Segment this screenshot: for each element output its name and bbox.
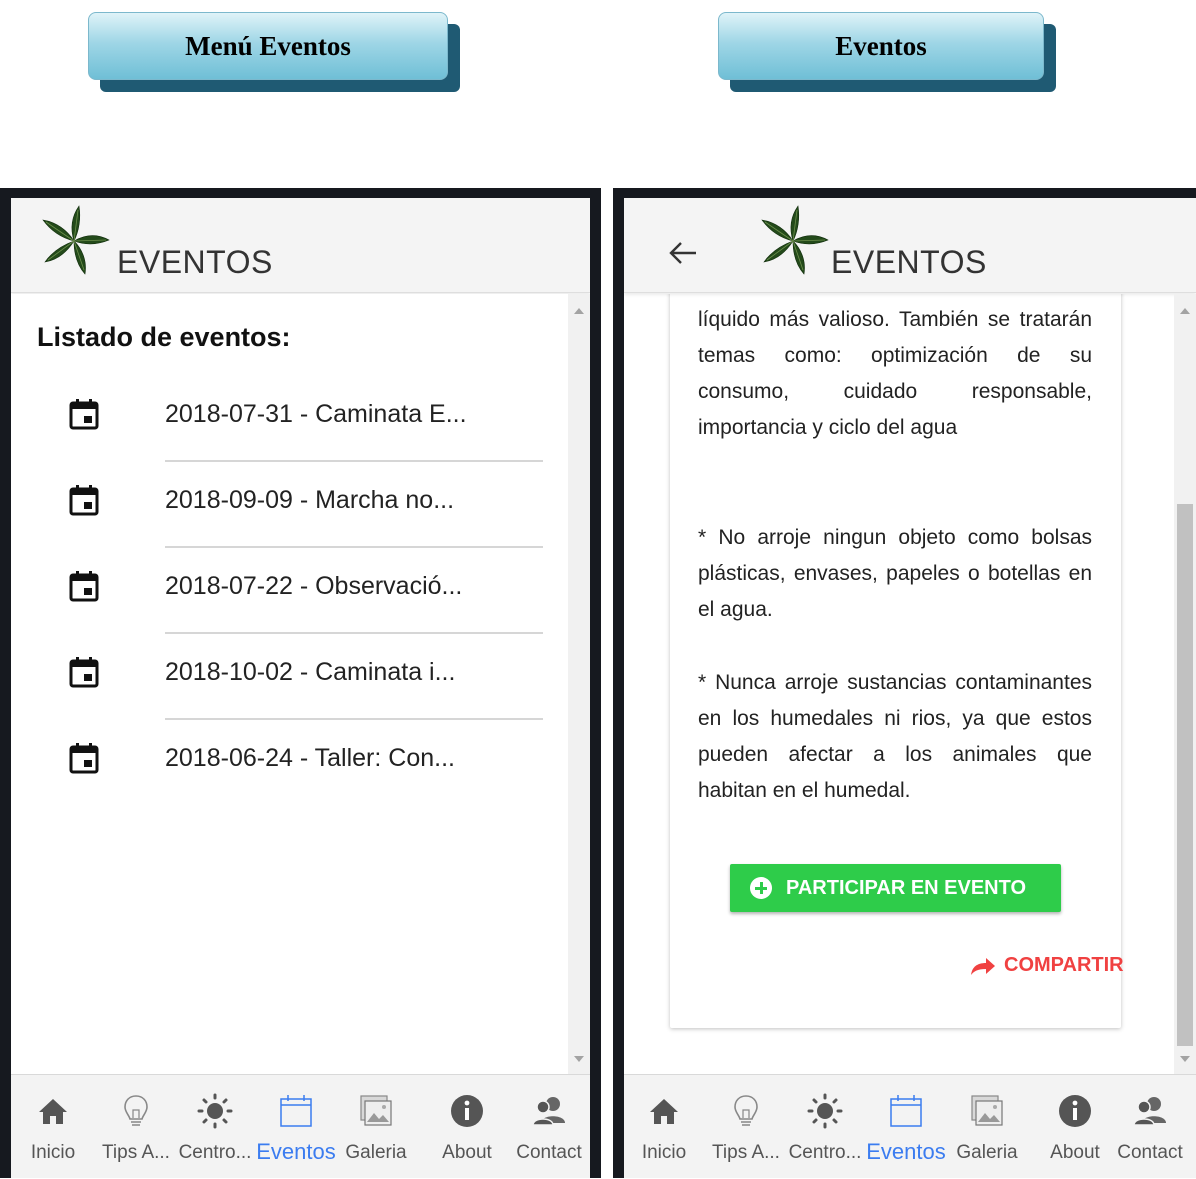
nav-item-tips[interactable]: Tips A...: [706, 1087, 786, 1173]
scrollbar[interactable]: [568, 294, 590, 1074]
nav-item-eventos[interactable]: Eventos: [866, 1087, 946, 1173]
info-icon: [1059, 1095, 1091, 1127]
contacts-icon: [532, 1097, 565, 1126]
add-circle-icon: [750, 877, 772, 899]
event-list-item[interactable]: 2018-10-02 - Caminata i...: [11, 634, 551, 720]
leaf-logo-icon: [761, 205, 829, 275]
caption-label: Eventos: [718, 12, 1044, 80]
app-bar-title: EVENTOS: [117, 244, 273, 280]
event-list-item[interactable]: 2018-07-22 - Observació...: [11, 548, 551, 634]
caption-eventos: Eventos: [718, 12, 1056, 92]
compartir-label: COMPARTIR: [1004, 954, 1124, 976]
event-description-3: * Nunca arroje sustancias contaminantes …: [698, 671, 1092, 802]
bottom-nav: Inicio Tips A... Centro... Eventos Galer…: [11, 1074, 590, 1178]
calendar-icon: [69, 485, 99, 516]
phone-screen-event-detail: PARTICIPAR EN EVENTO COMPARTIR líquido m…: [613, 188, 1196, 1178]
event-list-item[interactable]: 2018-09-09 - Marcha no...: [11, 462, 551, 548]
lightbulb-icon: [734, 1095, 758, 1126]
event-description-2: * No arroje ningun objeto como bolsas pl…: [698, 526, 1092, 621]
event-label: 2018-07-22 - Observació...: [165, 572, 463, 600]
event-label: 2018-09-09 - Marcha no...: [165, 486, 455, 514]
arrow-left-icon[interactable]: [668, 240, 698, 266]
app-bar: EVENTOS: [624, 198, 1196, 293]
nav-item-inicio[interactable]: Inicio: [624, 1087, 704, 1173]
leaf-logo-icon: [42, 205, 110, 275]
nav-item-tips[interactable]: Tips A...: [96, 1087, 176, 1173]
lightbulb-icon: [124, 1095, 148, 1126]
nav-item-galeria[interactable]: Galeria: [336, 1087, 416, 1173]
info-icon: [451, 1095, 483, 1127]
nav-item-about[interactable]: About: [427, 1087, 507, 1173]
nav-item-eventos[interactable]: Eventos: [256, 1087, 336, 1173]
sun-icon: [807, 1093, 843, 1129]
phone-screen-event-list: EVENTOS Listado de eventos: 2018-07-31 -…: [0, 188, 601, 1178]
event-list-item[interactable]: 2018-06-24 - Taller: Con...: [11, 720, 551, 806]
nav-label: Contact: [1117, 1142, 1183, 1163]
contacts-icon: [1133, 1097, 1166, 1126]
nav-item-galeria[interactable]: Galeria: [947, 1087, 1027, 1173]
nav-item-inicio[interactable]: Inicio: [13, 1087, 93, 1173]
sun-icon: [197, 1093, 233, 1129]
scroll-up-icon[interactable]: [1180, 308, 1190, 314]
share-arrow-icon: [971, 957, 995, 975]
compartir-button[interactable]: COMPARTIR: [970, 954, 1124, 977]
app-bar: EVENTOS: [11, 198, 590, 293]
scrollbar-thumb[interactable]: [1177, 504, 1193, 1046]
event-list-item[interactable]: 2018-07-31 - Caminata E...: [11, 376, 551, 462]
gallery-icon: [971, 1095, 1003, 1126]
calendar-icon: [69, 571, 99, 602]
caption-menu-eventos: Menú Eventos: [88, 12, 460, 92]
gallery-icon: [360, 1095, 392, 1126]
home-icon: [39, 1099, 67, 1124]
nav-label: Contact: [516, 1142, 582, 1163]
app-bar-title: EVENTOS: [831, 244, 987, 280]
calendar-icon: [280, 1095, 312, 1127]
calendar-icon: [69, 657, 99, 688]
nav-item-centro[interactable]: Centro...: [175, 1087, 255, 1173]
calendar-icon: [69, 399, 99, 430]
participar-button[interactable]: PARTICIPAR EN EVENTO: [730, 864, 1061, 912]
event-label: 2018-06-24 - Taller: Con...: [165, 744, 455, 772]
scroll-down-icon[interactable]: [1180, 1056, 1190, 1062]
event-label: 2018-07-31 - Caminata E...: [165, 400, 467, 428]
scrollbar[interactable]: [1174, 294, 1196, 1074]
event-description-1: líquido más valioso. También se tratarán…: [698, 308, 1092, 439]
nav-item-centro[interactable]: Centro...: [785, 1087, 865, 1173]
participar-label: PARTICIPAR EN EVENTO: [786, 876, 1027, 899]
scroll-down-icon[interactable]: [574, 1056, 584, 1062]
calendar-icon: [890, 1095, 922, 1127]
bottom-nav: Inicio Tips A... Centro... Eventos Galer…: [624, 1074, 1196, 1178]
home-icon: [650, 1099, 678, 1124]
nav-item-contact[interactable]: Contact: [509, 1087, 589, 1173]
calendar-icon: [69, 743, 99, 774]
event-detail-content: PARTICIPAR EN EVENTO COMPARTIR líquido m…: [624, 294, 1196, 1074]
caption-label: Menú Eventos: [88, 12, 448, 80]
nav-label: Galeria: [345, 1142, 407, 1163]
event-list-content: Listado de eventos: 2018-07-31 - Caminat…: [11, 294, 590, 1074]
nav-label: Galeria: [956, 1142, 1018, 1163]
event-label: 2018-10-02 - Caminata i...: [165, 658, 456, 686]
scroll-up-icon[interactable]: [574, 308, 584, 314]
nav-item-contact[interactable]: Contact: [1110, 1087, 1190, 1173]
list-heading: Listado de eventos:: [37, 322, 291, 352]
